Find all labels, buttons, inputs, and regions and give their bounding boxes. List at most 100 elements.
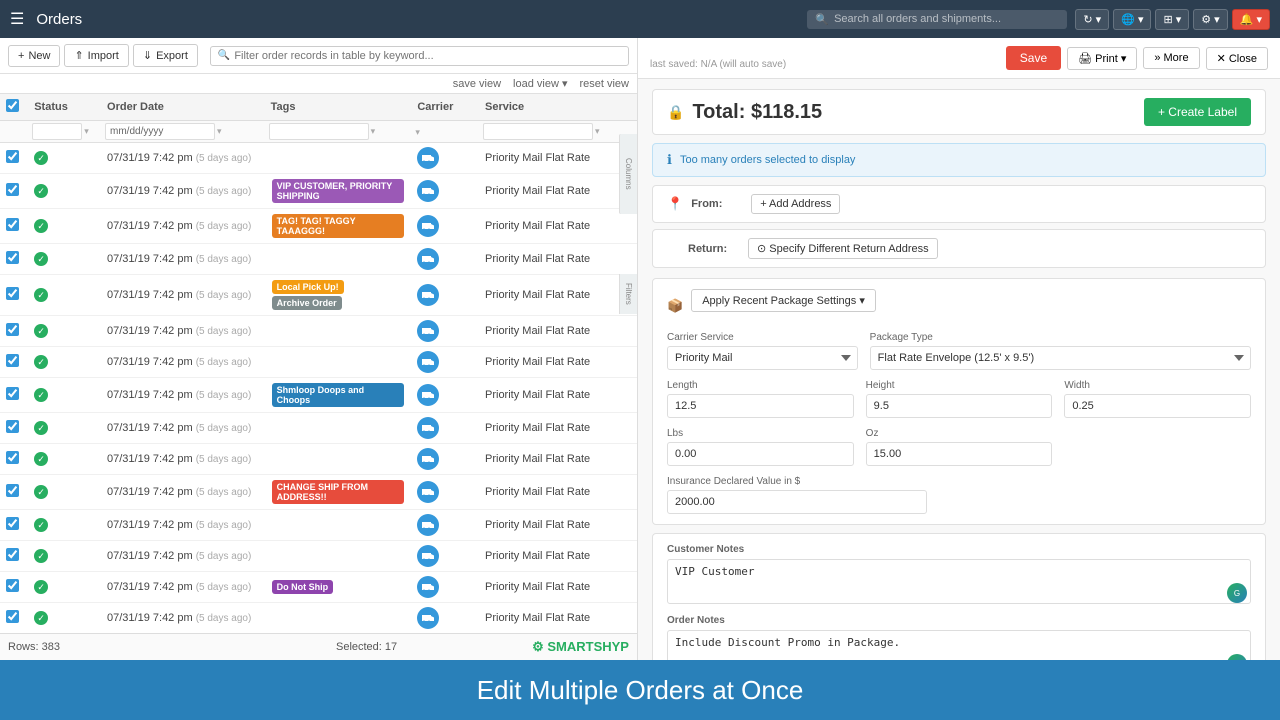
service-cell: Priority Mail Flat Rate bbox=[479, 413, 637, 444]
hamburger-icon[interactable]: ☰ bbox=[10, 9, 24, 29]
carrier-icon bbox=[417, 180, 439, 202]
new-button[interactable]: + New bbox=[8, 45, 60, 67]
tag-badge[interactable]: Do Not Ship bbox=[272, 580, 334, 594]
reset-view-btn[interactable]: reset view bbox=[579, 78, 629, 90]
oz-input[interactable] bbox=[866, 442, 1053, 466]
height-input[interactable] bbox=[866, 394, 1053, 418]
package-type-select[interactable]: Flat Rate Envelope (12.5' x 9.5') bbox=[870, 346, 1251, 370]
app-title: Orders bbox=[36, 11, 807, 28]
tag-badge[interactable]: VIP CUSTOMER, PRIORITY SHIPPING bbox=[272, 179, 405, 203]
tag-badge[interactable]: Archive Order bbox=[272, 296, 342, 310]
print-button[interactable]: 🖨 Print ▾ bbox=[1067, 47, 1137, 70]
lbs-input[interactable] bbox=[667, 442, 854, 466]
service-cell: Priority Mail Flat Rate bbox=[479, 174, 637, 209]
import-button[interactable]: ⇑ Import bbox=[64, 44, 128, 67]
carrier-cell bbox=[411, 572, 479, 603]
row-checkbox[interactable] bbox=[6, 387, 19, 400]
status-cell: ✓ bbox=[28, 275, 101, 316]
row-checkbox[interactable] bbox=[6, 287, 19, 300]
row-checkbox[interactable] bbox=[6, 420, 19, 433]
table-row: ✓07/31/19 7:42 pm (5 days ago)Priority M… bbox=[0, 510, 637, 541]
export-button[interactable]: ⇓ Export bbox=[133, 44, 198, 67]
service-cell: Priority Mail Flat Rate bbox=[479, 444, 637, 475]
notification-btn[interactable]: 🔔 ▾ bbox=[1232, 9, 1270, 30]
world-btn[interactable]: 🌐 ▾ bbox=[1113, 9, 1151, 30]
carrier-package-row: Carrier Service Priority Mail Package Ty… bbox=[667, 332, 1251, 370]
table-row: ✓07/31/19 7:42 pm (5 days ago)Do Not Shi… bbox=[0, 572, 637, 603]
service-cell: Priority Mail Flat Rate bbox=[479, 316, 637, 347]
global-search-input[interactable] bbox=[834, 13, 1054, 25]
new-icon: + bbox=[18, 50, 24, 62]
save-button[interactable]: Save bbox=[1006, 46, 1061, 70]
specify-return-button[interactable]: ⊙ Specify Different Return Address bbox=[748, 238, 938, 259]
carrier-icon bbox=[417, 514, 439, 536]
width-input[interactable] bbox=[1064, 394, 1251, 418]
order-notes-container: G bbox=[667, 630, 1251, 660]
carrier-icon bbox=[417, 417, 439, 439]
select-all-checkbox[interactable] bbox=[6, 99, 19, 112]
status-cell: ✓ bbox=[28, 209, 101, 244]
length-label: Length bbox=[667, 380, 854, 391]
carrier-icon bbox=[417, 448, 439, 470]
refresh-btn[interactable]: ↻ ▾ bbox=[1075, 9, 1109, 30]
status-filter[interactable] bbox=[32, 123, 82, 140]
save-view-btn[interactable]: save view bbox=[453, 78, 501, 90]
settings-btn[interactable]: ⚙ ▾ bbox=[1193, 9, 1227, 30]
import-icon: ⇑ bbox=[74, 49, 83, 62]
date-filter[interactable] bbox=[105, 123, 215, 140]
status-icon: ✓ bbox=[34, 549, 48, 563]
row-checkbox[interactable] bbox=[6, 183, 19, 196]
row-checkbox[interactable] bbox=[6, 218, 19, 231]
status-cell: ✓ bbox=[28, 603, 101, 634]
order-notes-textarea[interactable] bbox=[667, 630, 1251, 660]
row-checkbox[interactable] bbox=[6, 548, 19, 561]
detail-content: 🔒 Total: $118.15 + Create Label ℹ Too ma… bbox=[638, 79, 1280, 660]
lock-icon: 🔒 bbox=[667, 104, 684, 121]
filter-row: ▾ ▾ ▾ ▾ ▾ bbox=[0, 121, 637, 143]
row-checkbox[interactable] bbox=[6, 517, 19, 530]
tag-badge[interactable]: TAG! TAG! TAGGY TAAAGGG! bbox=[272, 214, 405, 238]
package-icon: 📦 bbox=[667, 298, 683, 314]
close-button[interactable]: ✕ Close bbox=[1206, 47, 1268, 70]
tag-badge[interactable]: Local Pick Up! bbox=[272, 280, 344, 294]
order-notes-label: Order Notes bbox=[667, 615, 1251, 626]
tag-badge[interactable]: Shmloop Doops and Choops bbox=[272, 383, 405, 407]
carrier-column-header: Carrier bbox=[411, 94, 479, 121]
apply-recent-button[interactable]: Apply Recent Package Settings ▾ bbox=[691, 289, 876, 312]
row-checkbox[interactable] bbox=[6, 323, 19, 336]
table-search-input[interactable] bbox=[234, 50, 621, 62]
insurance-input[interactable] bbox=[667, 490, 927, 514]
row-checkbox[interactable] bbox=[6, 251, 19, 264]
row-checkbox[interactable] bbox=[6, 150, 19, 163]
row-checkbox[interactable] bbox=[6, 484, 19, 497]
date-cell: 07/31/19 7:42 pm (5 days ago) bbox=[101, 347, 265, 378]
row-checkbox[interactable] bbox=[6, 451, 19, 464]
grid-btn[interactable]: ⊞ ▾ bbox=[1155, 9, 1189, 30]
global-search[interactable]: 🔍 bbox=[807, 10, 1067, 29]
status-cell: ✓ bbox=[28, 174, 101, 209]
carrier-cell bbox=[411, 244, 479, 275]
length-input[interactable] bbox=[667, 394, 854, 418]
row-checkbox[interactable] bbox=[6, 354, 19, 367]
add-address-button[interactable]: + Add Address bbox=[751, 194, 840, 214]
customer-notes-textarea[interactable] bbox=[667, 559, 1251, 604]
create-label-button[interactable]: + Create Label bbox=[1144, 98, 1251, 126]
service-filter[interactable] bbox=[483, 123, 593, 140]
carrier-icon bbox=[417, 248, 439, 270]
customer-notes-container: G bbox=[667, 559, 1251, 607]
carrier-cell bbox=[411, 603, 479, 634]
table-search[interactable]: 🔍 bbox=[210, 46, 629, 66]
row-checkbox[interactable] bbox=[6, 579, 19, 592]
filters-sidebar[interactable]: Filters bbox=[619, 274, 637, 314]
table-row: ✓07/31/19 7:42 pm (5 days ago)Priority M… bbox=[0, 347, 637, 378]
row-checkbox[interactable] bbox=[6, 610, 19, 623]
status-icon: ✓ bbox=[34, 388, 48, 402]
table-row: ✓07/31/19 7:42 pm (5 days ago)Local Pick… bbox=[0, 275, 637, 316]
columns-sidebar[interactable]: Columns bbox=[619, 134, 637, 214]
more-button[interactable]: » More bbox=[1143, 47, 1199, 69]
tag-badge[interactable]: CHANGE SHIP FROM ADDRESS!! bbox=[272, 480, 405, 504]
tags-filter[interactable] bbox=[269, 123, 369, 140]
load-view-btn[interactable]: load view ▾ bbox=[513, 77, 567, 90]
carrier-service-select[interactable]: Priority Mail bbox=[667, 346, 858, 370]
grammarly-btn-customer[interactable]: G bbox=[1227, 583, 1247, 603]
